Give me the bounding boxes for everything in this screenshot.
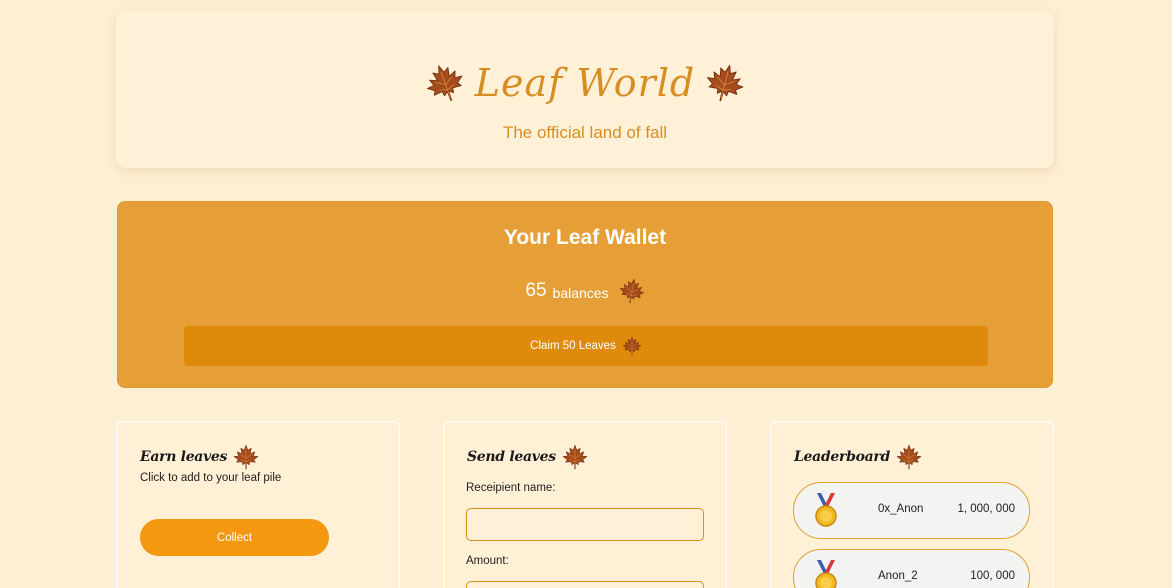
collect-button[interactable]: Collect xyxy=(140,519,329,556)
page: Leaf World The official land of fall You… xyxy=(0,0,1172,588)
header-card: Leaf World The official land of fall xyxy=(116,11,1054,168)
gold-medal-icon xyxy=(815,560,837,588)
site-title: Leaf World xyxy=(474,61,696,105)
maple-leaf-icon xyxy=(233,444,259,470)
gold-medal-icon xyxy=(815,493,837,527)
title-row: Leaf World xyxy=(116,59,1054,107)
maple-leaf-icon xyxy=(622,336,642,356)
leaderboard-card: Leaderboard 0x_Anon 1, 000, 000 Anon_2 1… xyxy=(770,421,1054,588)
leaderboard-score: 1, 000, 000 xyxy=(957,503,1015,515)
send-leaves-card: Send leaves Receipient name: Amount: xyxy=(443,421,727,588)
balance-unit: balances xyxy=(552,285,609,301)
balance-display: 65 balances xyxy=(118,276,1052,306)
wallet-title: Your Leaf Wallet xyxy=(503,226,667,249)
site-subtitle: The official land of fall xyxy=(502,123,668,142)
send-heading-text: Send leaves xyxy=(467,449,556,465)
amount-label: Amount: xyxy=(466,555,509,567)
earn-heading: Earn leaves xyxy=(140,444,259,470)
balance-value: 65 xyxy=(525,280,547,301)
recipient-name-input[interactable] xyxy=(466,508,704,541)
maple-leaf-icon xyxy=(896,444,922,470)
earn-heading-text: Earn leaves xyxy=(140,449,228,465)
maple-leaf-icon xyxy=(702,60,749,106)
amount-input[interactable] xyxy=(466,581,704,588)
recipient-label: Receipient name: xyxy=(466,482,556,494)
leaderboard-name: 0x_Anon xyxy=(878,503,924,515)
maple-leaf-icon xyxy=(562,444,588,470)
leaderboard-row: 0x_Anon 1, 000, 000 xyxy=(793,482,1030,539)
leaderboard-name: Anon_2 xyxy=(878,570,918,582)
leaderboard-heading-text: Leaderboard xyxy=(794,449,890,465)
send-heading: Send leaves xyxy=(467,444,588,470)
leaf-wallet-panel: Your Leaf Wallet 65 balances Claim 50 Le… xyxy=(117,201,1053,388)
claim-button-label: Claim 50 Leaves xyxy=(530,340,616,352)
claim-leaves-button[interactable]: Claim 50 Leaves xyxy=(184,326,988,366)
maple-leaf-icon xyxy=(420,59,469,107)
leaderboard-row: Anon_2 100, 000 xyxy=(793,549,1030,588)
earn-leaves-card: Earn leaves Click to add to your leaf pi… xyxy=(116,421,400,588)
maple-leaf-icon xyxy=(617,276,646,306)
earn-description: Click to add to your leaf pile xyxy=(140,472,282,484)
leaderboard-score: 100, 000 xyxy=(970,570,1015,582)
leaderboard-heading: Leaderboard xyxy=(794,444,922,470)
